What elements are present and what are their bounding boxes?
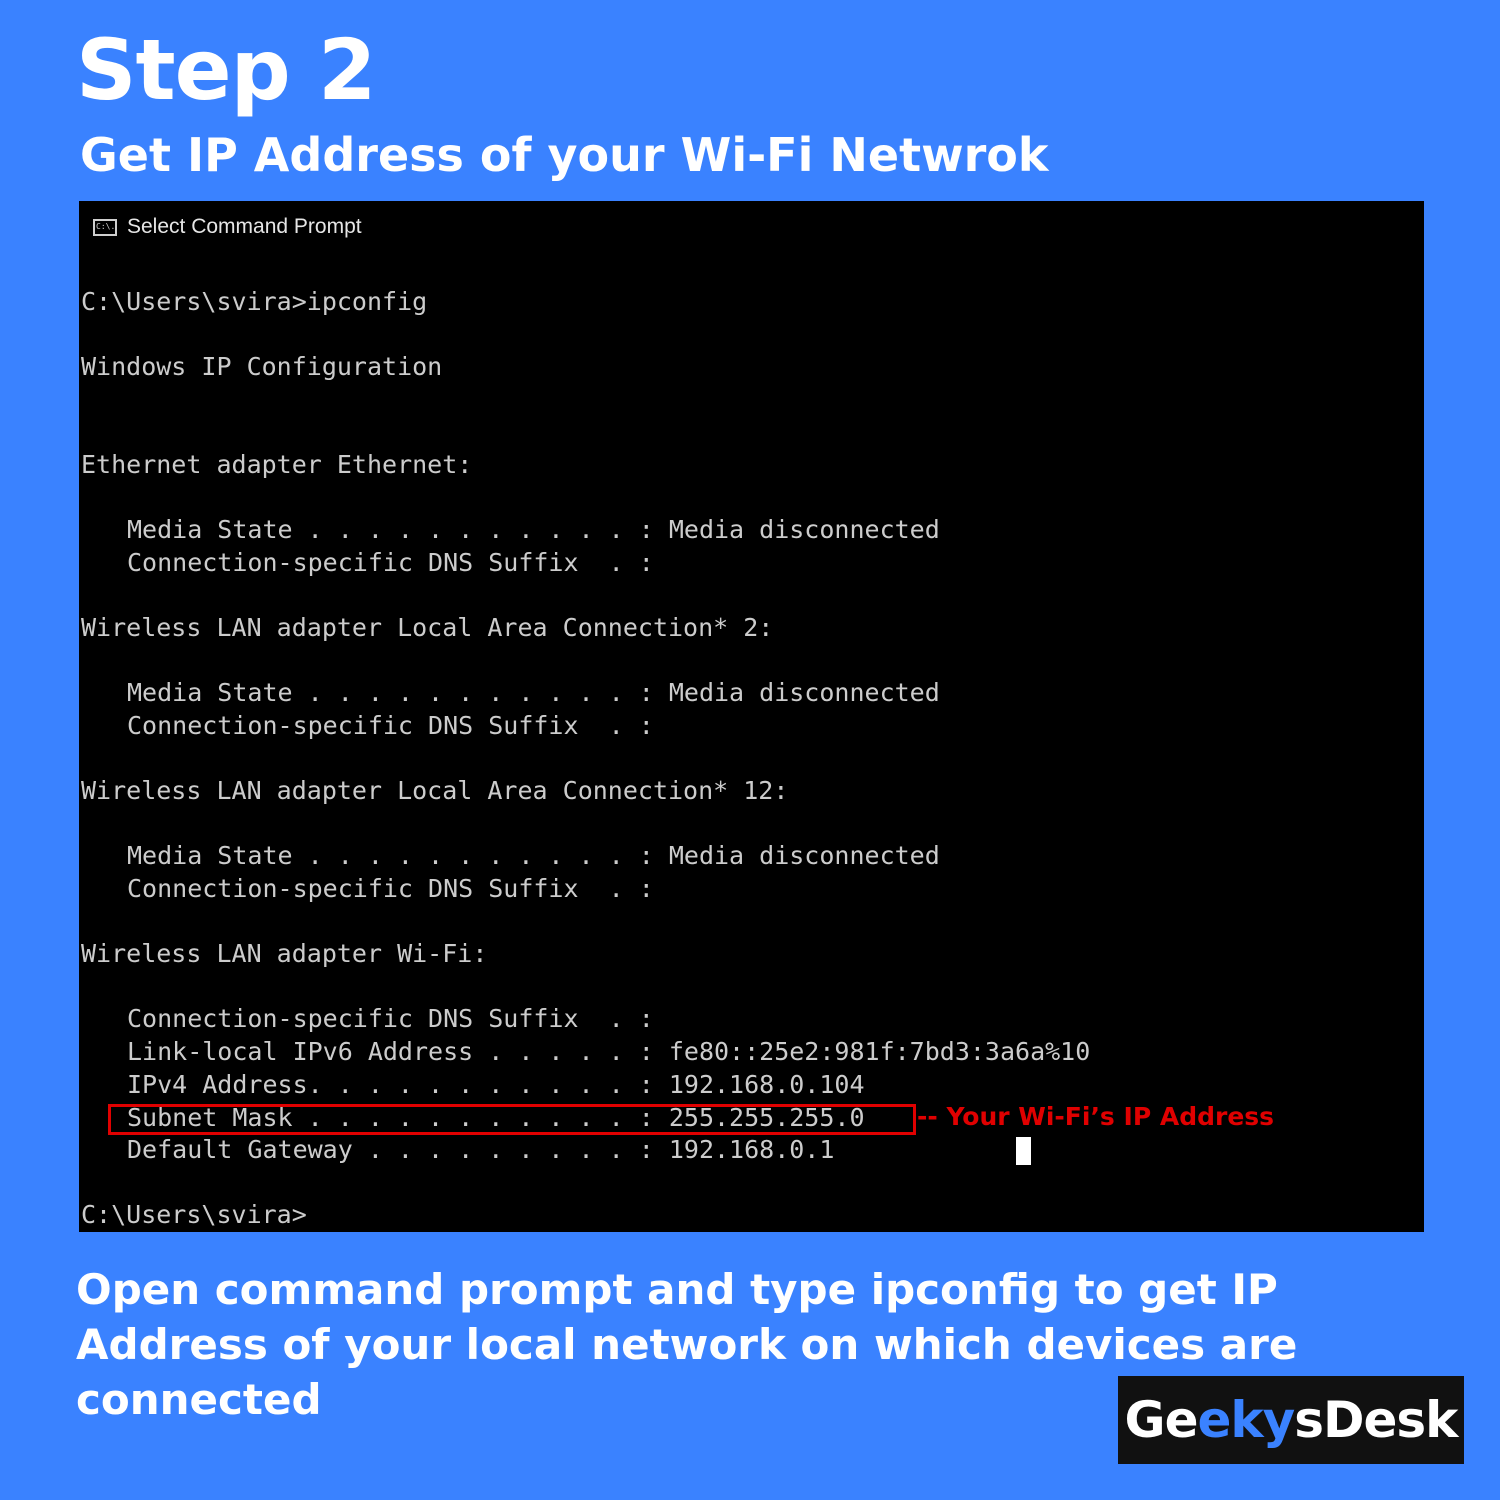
output-line: Media State . . . . . . . . . . . : Medi… xyxy=(127,515,940,544)
text-cursor xyxy=(1016,1137,1031,1165)
output-line: Connection-specific DNS Suffix . : xyxy=(127,548,654,577)
output-line: Connection-specific DNS Suffix . : xyxy=(127,874,654,903)
output-line: Media State . . . . . . . . . . . : Medi… xyxy=(127,678,940,707)
command-line: C:\Users\svira>ipconfig xyxy=(81,287,428,316)
window-title: Select Command Prompt xyxy=(127,215,362,238)
output-line: Connection-specific DNS Suffix . : xyxy=(127,1004,654,1033)
annotation-label: -- Your Wi-Fi’s IP Address xyxy=(917,1102,1275,1131)
step-subtitle: Get IP Address of your Wi-Fi Netwrok xyxy=(80,128,1049,182)
adapter-header: Ethernet adapter Ethernet: xyxy=(81,450,473,479)
output-line: Media State . . . . . . . . . . . : Medi… xyxy=(127,841,940,870)
cmd-icon: C:\. xyxy=(93,218,117,236)
command-prompt-line[interactable]: C:\Users\svira> xyxy=(81,1202,307,1227)
command-prompt-window[interactable]: C:\. Select Command Prompt C:\Users\svir… xyxy=(79,201,1424,1232)
output-header: Windows IP Configuration xyxy=(81,352,443,381)
step-title: Step 2 xyxy=(76,21,376,119)
output-line: Link-local IPv6 Address . . . . . : fe80… xyxy=(127,1037,1091,1066)
output-line: IPv4 Address. . . . . . . . . . . : 192.… xyxy=(127,1070,865,1099)
adapter-header: Wireless LAN adapter Local Area Connecti… xyxy=(81,613,774,642)
window-titlebar[interactable]: C:\. Select Command Prompt xyxy=(93,215,362,239)
adapter-header: Wireless LAN adapter Local Area Connecti… xyxy=(81,776,789,805)
adapter-header: Wireless LAN adapter Wi-Fi: xyxy=(81,939,488,968)
highlight-box xyxy=(108,1104,916,1135)
brand-logo: GeekysDesk xyxy=(1118,1376,1464,1464)
output-line: Default Gateway . . . . . . . . . : 192.… xyxy=(127,1135,835,1164)
logo-text: GeekysDesk xyxy=(1124,1391,1459,1449)
output-line: Connection-specific DNS Suffix . : xyxy=(127,711,654,740)
